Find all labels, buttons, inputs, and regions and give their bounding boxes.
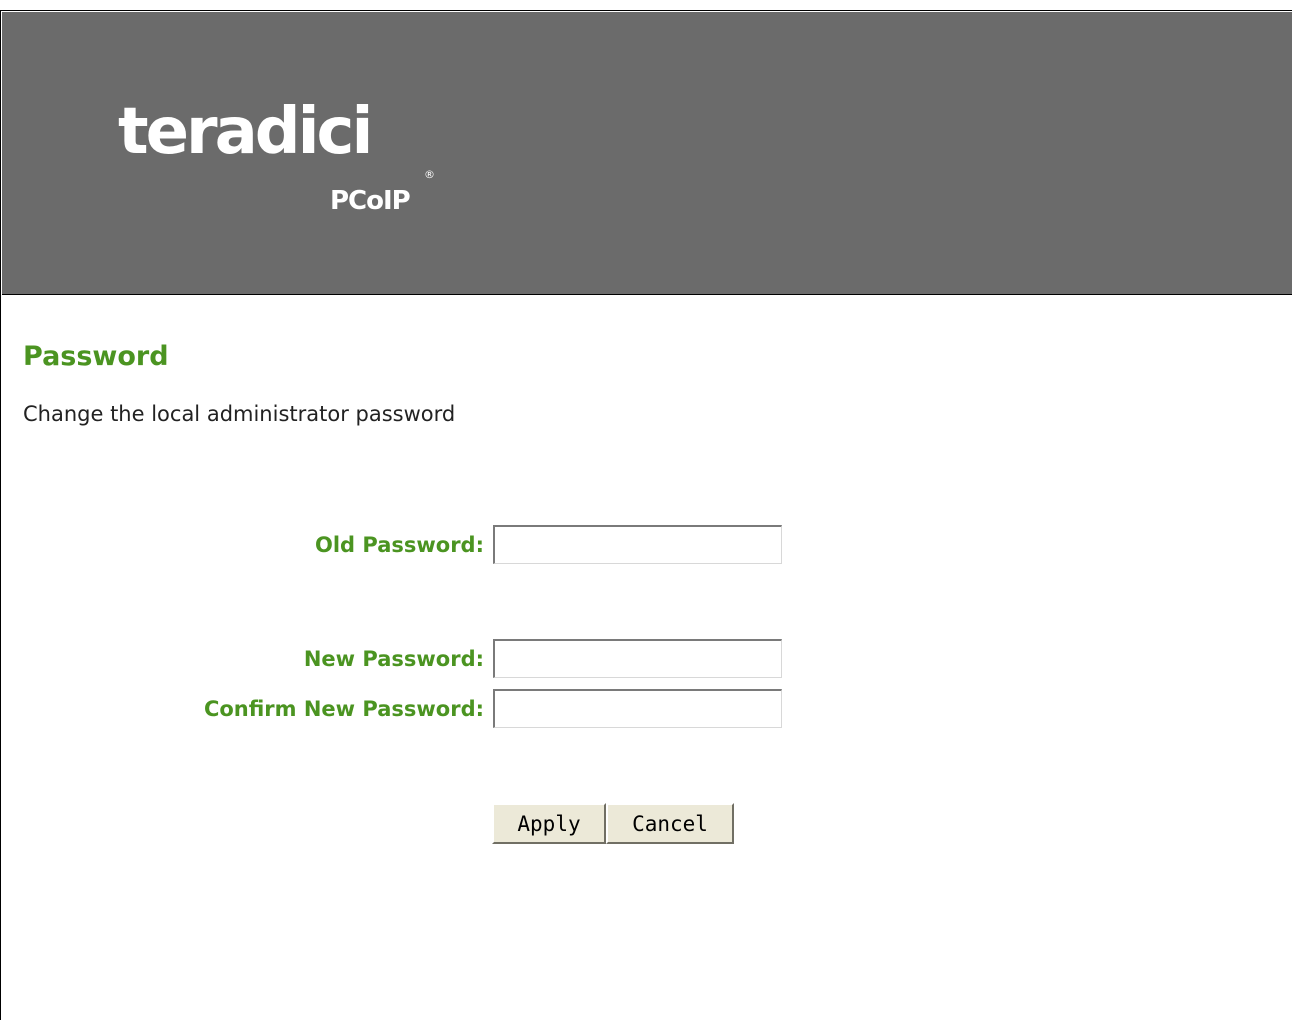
logo-brand-text: teradici <box>118 95 373 169</box>
page-title: Password <box>23 341 169 372</box>
header-banner: teradici ® PCoIP <box>2 12 1292 295</box>
new-password-input[interactable] <box>493 639 782 678</box>
new-password-label: New Password: <box>303 647 484 671</box>
logo-product-text: PCoIP <box>330 186 411 216</box>
page-description: Change the local administrator password <box>23 402 456 426</box>
apply-button[interactable]: Apply <box>492 803 606 844</box>
teradici-logo: teradici ® PCoIP <box>118 100 448 240</box>
old-password-input[interactable] <box>493 525 782 564</box>
cancel-button[interactable]: Cancel <box>606 803 734 844</box>
logo-registered-mark: ® <box>424 168 435 181</box>
confirm-password-input[interactable] <box>493 689 782 728</box>
confirm-password-label: Confirm New Password: <box>203 697 484 721</box>
old-password-label: Old Password: <box>314 533 484 557</box>
page-frame: teradici ® PCoIP <box>0 10 1292 1020</box>
